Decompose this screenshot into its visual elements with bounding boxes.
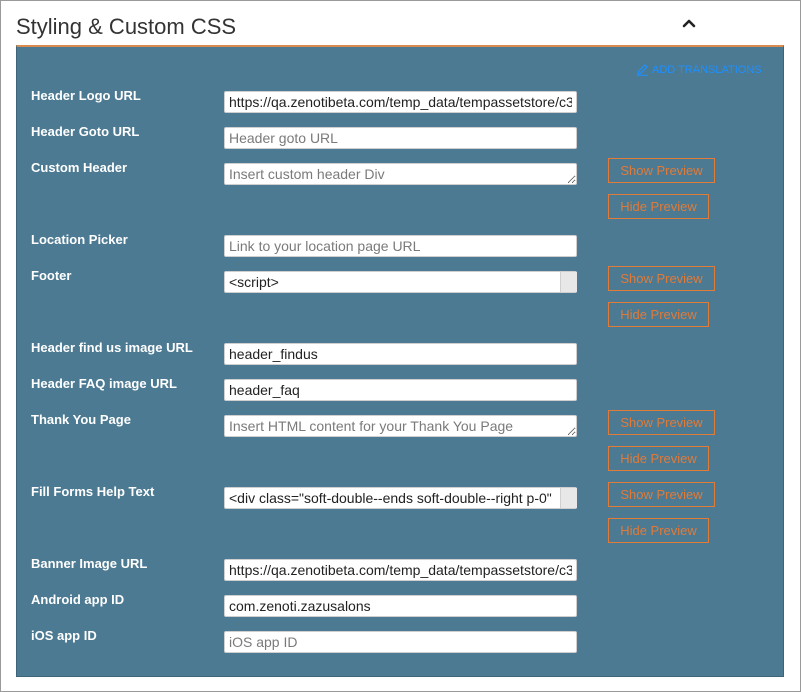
thank-you-page-textarea[interactable]	[224, 415, 577, 437]
location-picker-label: Location Picker	[31, 232, 128, 247]
fill-forms-help-textarea[interactable]: <div class="soft-double--ends soft-doubl…	[224, 487, 577, 509]
custom-header-label: Custom Header	[31, 160, 128, 175]
footer-show-preview-button[interactable]: Show Preview	[608, 266, 715, 291]
ios-app-id-label: iOS app ID	[31, 628, 97, 643]
footer-textarea[interactable]: <script>	[224, 271, 577, 293]
fill-forms-help-label: Fill Forms Help Text	[31, 484, 155, 499]
banner-image-url-input[interactable]	[224, 559, 577, 581]
add-translations-label: ADD TRANSLATIONS	[652, 63, 762, 76]
header-findus-input[interactable]	[224, 343, 577, 365]
header-goto-url-input[interactable]	[224, 127, 577, 149]
header-logo-url-input[interactable]	[224, 91, 577, 113]
custom-header-show-preview-button[interactable]: Show Preview	[608, 158, 715, 183]
ios-app-id-input[interactable]	[224, 631, 577, 653]
fill-forms-show-preview-button[interactable]: Show Preview	[608, 482, 715, 507]
custom-header-textarea[interactable]	[224, 163, 577, 185]
header-faq-input[interactable]	[224, 379, 577, 401]
banner-image-url-label: Banner Image URL	[31, 556, 148, 571]
android-app-id-label: Android app ID	[31, 592, 125, 607]
footer-hide-preview-button[interactable]: Hide Preview	[608, 302, 709, 327]
header-goto-url-label: Header Goto URL	[31, 124, 140, 139]
header-findus-label: Header find us image URL	[31, 340, 193, 355]
header-logo-url-label: Header Logo URL	[31, 88, 141, 103]
location-picker-input[interactable]	[224, 235, 577, 257]
thank-you-hide-preview-button[interactable]: Hide Preview	[608, 446, 709, 471]
thank-you-page-label: Thank You Page	[31, 412, 131, 427]
android-app-id-input[interactable]	[224, 595, 577, 617]
footer-label: Footer	[31, 268, 72, 283]
chevron-up-icon[interactable]	[680, 14, 698, 32]
thank-you-show-preview-button[interactable]: Show Preview	[608, 410, 715, 435]
section-title: Styling & Custom CSS	[16, 14, 237, 39]
custom-header-hide-preview-button[interactable]: Hide Preview	[608, 194, 709, 219]
header-faq-label: Header FAQ image URL	[31, 376, 177, 391]
pencil-icon	[637, 64, 648, 76]
fill-forms-hide-preview-button[interactable]: Hide Preview	[608, 518, 709, 543]
add-translations-link[interactable]: ADD TRANSLATIONS	[636, 63, 762, 76]
